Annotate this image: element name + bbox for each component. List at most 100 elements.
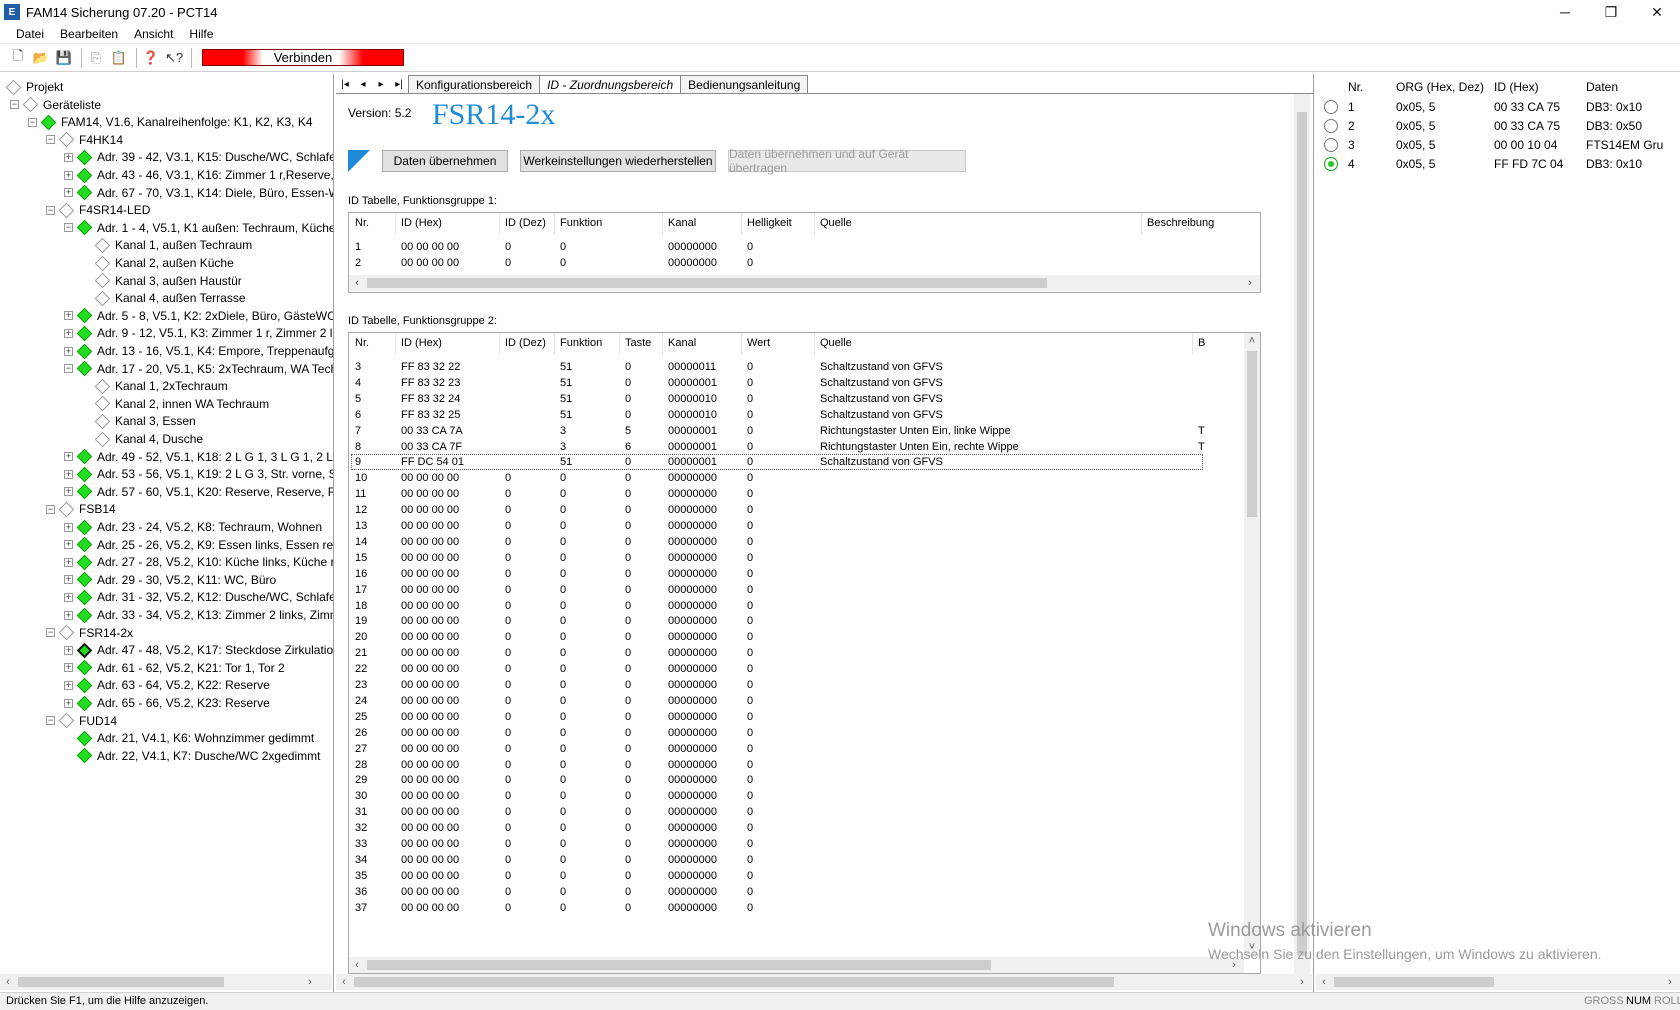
table-cell[interactable]: 00000000 bbox=[668, 788, 717, 805]
tree-item[interactable]: − F4HK14 bbox=[46, 131, 123, 149]
expander-icon[interactable]: − bbox=[64, 364, 73, 374]
list-cell[interactable]: FTS14EM Gru bbox=[1586, 138, 1663, 152]
table-cell[interactable]: 7 bbox=[355, 423, 361, 440]
column-header[interactable]: B bbox=[1198, 337, 1205, 349]
table-cell[interactable]: 0 bbox=[505, 661, 511, 678]
table-cell[interactable]: 0 bbox=[747, 677, 753, 694]
tree-item[interactable]: + Adr. 33 - 34, V5.2, K13: Zimmer 2 links… bbox=[64, 606, 333, 624]
table-cell[interactable]: 0 bbox=[505, 693, 511, 710]
minimize-button[interactable]: ─ bbox=[1542, 0, 1588, 24]
table-cell[interactable]: 0 bbox=[747, 470, 753, 487]
column-separator[interactable] bbox=[814, 213, 815, 235]
tree-item[interactable]: Adr. 21, V4.1, K6: Wohnzimmer gedimmt bbox=[64, 729, 314, 747]
list-cell[interactable]: 2 bbox=[1348, 119, 1355, 133]
expander-icon[interactable]: + bbox=[64, 575, 73, 585]
expander-icon[interactable]: + bbox=[64, 311, 73, 321]
tree-item[interactable]: − Adr. 1 - 4, V5.1, K1 außen: Techraum, K… bbox=[64, 219, 333, 237]
table-cell[interactable]: 0 bbox=[625, 613, 631, 630]
expander-icon[interactable]: + bbox=[64, 328, 73, 338]
menu-hilfe[interactable]: Hilfe bbox=[181, 27, 221, 41]
table-cell[interactable]: 00 00 00 00 bbox=[401, 470, 459, 487]
table-cell[interactable]: 00000001 bbox=[668, 375, 717, 392]
table-cell[interactable]: 0 bbox=[505, 629, 511, 646]
table-cell[interactable]: 0 bbox=[625, 502, 631, 519]
tree-item[interactable]: Kanal 4, außen Terrasse bbox=[82, 289, 246, 307]
help-icon[interactable]: ❓ bbox=[141, 48, 161, 68]
table-cell[interactable]: 51 bbox=[560, 359, 572, 376]
table-cell[interactable]: 19 bbox=[355, 613, 367, 630]
table-cell[interactable]: 0 bbox=[560, 836, 566, 853]
list-column-header[interactable]: Nr. bbox=[1348, 80, 1363, 94]
table-cell[interactable]: 26 bbox=[355, 725, 367, 742]
tree-item[interactable]: Kanal 1, außen Techraum bbox=[82, 236, 252, 254]
table-cell[interactable]: 00 00 00 00 bbox=[401, 598, 459, 615]
tree-item[interactable]: − FUD14 bbox=[46, 712, 117, 730]
table-cell[interactable]: 37 bbox=[355, 900, 367, 917]
column-header[interactable]: ID (Dez) bbox=[505, 217, 546, 229]
table-cell[interactable]: 00 00 00 00 bbox=[401, 566, 459, 583]
table-cell[interactable]: 0 bbox=[747, 255, 753, 272]
expander-icon[interactable]: − bbox=[28, 117, 37, 127]
table-cell[interactable]: 33 bbox=[355, 836, 367, 853]
table-horizontal-scrollbar[interactable]: ‹ › bbox=[349, 275, 1260, 291]
open-folder-icon[interactable]: 📂 bbox=[31, 48, 51, 68]
list-cell[interactable]: 0x05, 5 bbox=[1396, 157, 1435, 171]
table-cell[interactable]: 0 bbox=[505, 725, 511, 742]
table-cell[interactable]: 0 bbox=[747, 693, 753, 710]
table-cell[interactable]: Richtungstaster Unten Ein, rechte Wippe bbox=[820, 439, 1019, 456]
close-button[interactable]: ✕ bbox=[1634, 0, 1680, 24]
table-cell[interactable]: 00000000 bbox=[668, 852, 717, 869]
list-cell[interactable]: 0x05, 5 bbox=[1396, 138, 1435, 152]
table-cell[interactable]: 00000000 bbox=[668, 772, 717, 789]
tree-item[interactable]: + Adr. 53 - 56, V5.1, K19: 2 L G 3, Str. … bbox=[64, 465, 333, 483]
table-cell[interactable]: 0 bbox=[747, 852, 753, 869]
table-cell[interactable]: 00 00 00 00 bbox=[401, 820, 459, 837]
expander-icon[interactable]: + bbox=[64, 452, 73, 462]
tab-next-icon[interactable]: ▸ bbox=[372, 75, 390, 93]
copy-icon[interactable]: ⎘ bbox=[86, 48, 106, 68]
table-horizontal-scrollbar[interactable]: ‹ › bbox=[349, 957, 1244, 973]
table-cell[interactable]: 00000000 bbox=[668, 693, 717, 710]
table-cell[interactable]: 0 bbox=[505, 550, 511, 567]
table-cell[interactable]: 18 bbox=[355, 598, 367, 615]
table-cell[interactable]: 0 bbox=[560, 868, 566, 885]
table-cell[interactable]: 0 bbox=[747, 613, 753, 630]
save-icon[interactable]: 💾 bbox=[54, 48, 74, 68]
maximize-button[interactable]: ❐ bbox=[1588, 0, 1634, 24]
column-separator[interactable] bbox=[499, 213, 500, 235]
table-cell[interactable]: 28 bbox=[355, 757, 367, 774]
table-cell[interactable]: 0 bbox=[560, 566, 566, 583]
column-header[interactable]: Quelle bbox=[820, 217, 852, 229]
table-cell[interactable]: 00000000 bbox=[668, 582, 717, 599]
table-cell[interactable]: 00 00 00 00 bbox=[401, 518, 459, 535]
app-icon[interactable]: E bbox=[4, 4, 20, 20]
table-cell[interactable]: 0 bbox=[625, 645, 631, 662]
table-cell[interactable]: 0 bbox=[625, 375, 631, 392]
table-cell[interactable]: 00 33 CA 7A bbox=[401, 423, 463, 440]
tree-item[interactable]: + Adr. 9 - 12, V5.1, K3: Zimmer 1 r, Zimm… bbox=[64, 324, 333, 342]
column-header[interactable]: Funktion bbox=[560, 217, 602, 229]
expander-icon[interactable]: + bbox=[64, 540, 73, 550]
tree-item[interactable]: Kanal 1, 2xTechraum bbox=[82, 377, 228, 395]
table-cell[interactable]: 16 bbox=[355, 566, 367, 583]
scroll-left-icon[interactable]: ‹ bbox=[336, 974, 352, 990]
column-header[interactable]: Quelle bbox=[820, 337, 852, 349]
table-cell[interactable]: 0 bbox=[505, 534, 511, 551]
column-header[interactable]: Taste bbox=[625, 337, 651, 349]
table-cell[interactable]: 0 bbox=[560, 693, 566, 710]
table-cell[interactable]: 14 bbox=[355, 534, 367, 551]
tree-item[interactable]: − FSR14-2x bbox=[46, 624, 133, 642]
expander-icon[interactable]: − bbox=[46, 504, 55, 514]
radio-button[interactable] bbox=[1324, 157, 1338, 171]
table-cell[interactable]: 0 bbox=[747, 502, 753, 519]
table-cell[interactable]: 00000000 bbox=[668, 518, 717, 535]
tree-item[interactable]: + Adr. 27 - 28, V5.2, K10: Küche links, K… bbox=[64, 553, 333, 571]
table-cell[interactable]: 0 bbox=[560, 239, 566, 256]
expander-icon[interactable]: + bbox=[64, 663, 73, 673]
column-header[interactable]: Kanal bbox=[668, 337, 696, 349]
list-cell[interactable]: 1 bbox=[1348, 100, 1355, 114]
expander-icon[interactable]: + bbox=[64, 487, 73, 497]
expander-icon[interactable]: + bbox=[64, 645, 73, 655]
table-cell[interactable]: 0 bbox=[505, 645, 511, 662]
column-separator[interactable] bbox=[741, 333, 742, 355]
